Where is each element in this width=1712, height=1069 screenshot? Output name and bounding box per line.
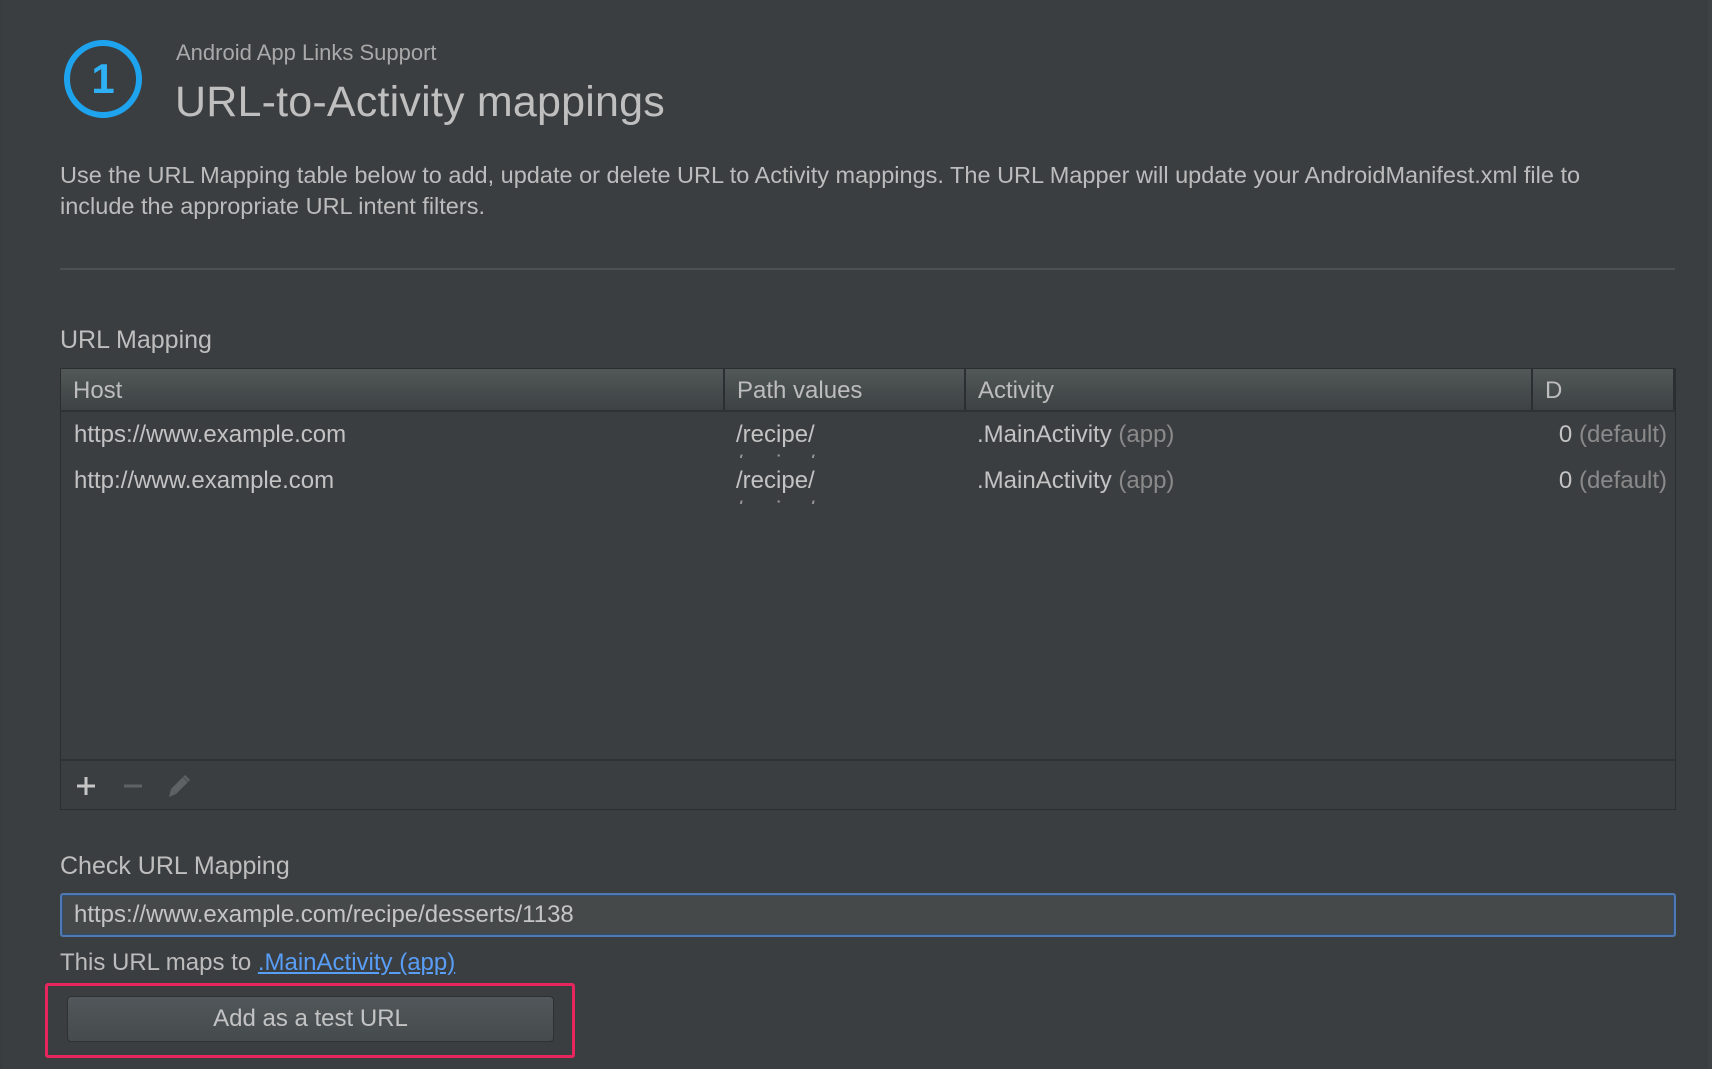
host-cell: https://www.example.com [74, 421, 347, 448]
column-header-d[interactable]: D [1531, 369, 1675, 410]
d-value: 0 [1558, 467, 1573, 494]
step-number: 1 [91, 55, 115, 102]
activity-name: .MainActivity [977, 467, 1112, 494]
table-header: Host Path values Activity D [61, 369, 1675, 412]
path-value-overflow: /recipe/... [736, 450, 964, 458]
column-header-path-values[interactable]: Path values [723, 369, 964, 410]
column-header-host[interactable]: Host [61, 369, 723, 410]
header-edge [1673, 369, 1675, 410]
section-divider [60, 268, 1675, 270]
activity-module: (app) [1118, 467, 1175, 494]
page-title: URL-to-Activity mappings [175, 78, 665, 126]
plus-icon [77, 777, 95, 795]
d-note: (default) [1578, 421, 1667, 448]
url-mapping-result: This URL maps to .MainActivity (app) [60, 949, 455, 977]
activity-name: .MainActivity [977, 421, 1112, 448]
add-mapping-button[interactable] [71, 771, 101, 801]
check-url-mapping-label: Check URL Mapping [60, 852, 290, 880]
path-values-cell: /recipe/ /recipe/... [723, 412, 964, 458]
activity-cell: .MainActivity (app) [964, 412, 1531, 458]
panel-left-edge [0, 0, 2, 1069]
d-cell: 0 (default) [1531, 458, 1675, 504]
page-description: Use the URL Mapping table below to add, … [60, 162, 1581, 219]
table-row[interactable]: https://www.example.com /recipe/ /recipe… [61, 412, 1675, 458]
panel-overline: Android App Links Support [176, 40, 437, 65]
activity-cell: .MainActivity (app) [964, 458, 1531, 504]
check-url-input[interactable] [60, 893, 1676, 937]
path-value: /recipe/ [736, 467, 815, 494]
result-prefix: This URL maps to [60, 949, 252, 976]
step-number-badge: 1 [64, 40, 142, 118]
d-note: (default) [1578, 467, 1667, 494]
column-header-activity[interactable]: Activity [964, 369, 1531, 410]
table-toolbar [61, 759, 1675, 809]
add-as-test-url-button[interactable]: Add as a test URL [67, 996, 554, 1042]
app-links-assistant-panel: 1 Android App Links Support URL-to-Activ… [0, 0, 1712, 1069]
remove-mapping-button[interactable] [118, 771, 148, 801]
table-row[interactable]: http://www.example.com /recipe/ /recipe/… [61, 458, 1675, 504]
path-value: /recipe/ [736, 421, 815, 448]
activity-module: (app) [1118, 421, 1175, 448]
mapped-activity-link[interactable]: .MainActivity (app) [258, 949, 455, 976]
path-value-overflow: /recipe/... [736, 496, 964, 504]
minus-icon [124, 784, 142, 788]
url-mapping-table: Host Path values Activity D https://www.… [60, 368, 1676, 810]
d-value: 0 [1558, 421, 1573, 448]
url-mapping-label: URL Mapping [60, 326, 212, 354]
host-cell: http://www.example.com [74, 467, 335, 494]
path-values-cell: /recipe/ /recipe/... [723, 458, 964, 504]
panel-scrollbar-track[interactable] [1708, 0, 1712, 1069]
pencil-icon [169, 775, 190, 797]
d-cell: 0 (default) [1531, 412, 1675, 458]
table-body: https://www.example.com /recipe/ /recipe… [61, 412, 1675, 760]
edit-mapping-button[interactable] [165, 771, 195, 801]
